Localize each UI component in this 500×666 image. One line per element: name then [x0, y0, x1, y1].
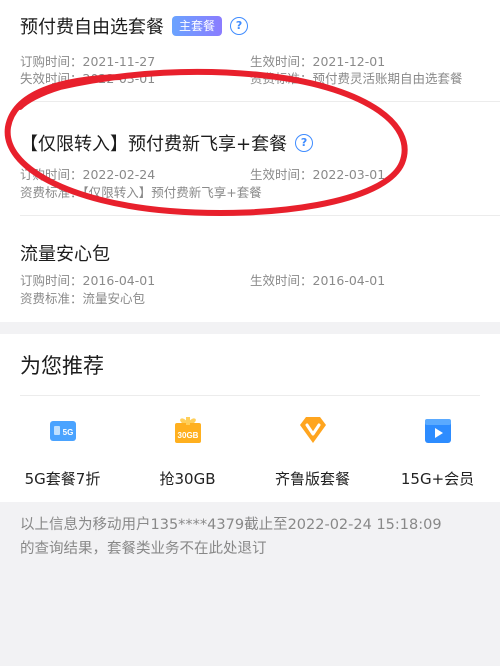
diamond-v-icon: [299, 417, 326, 443]
expire-time-field: 失效时间：2022-03-01: [20, 71, 156, 86]
recommend-label: 抢30GB: [159, 470, 216, 488]
video-play-icon: [424, 419, 451, 443]
package-title: 预付费自由选套餐: [20, 17, 164, 38]
recommend-item-5g-discount[interactable]: 5G 5G套餐7折: [0, 413, 125, 489]
help-icon[interactable]: ?: [230, 17, 249, 35]
gift-30gb-icon: 30GB: [174, 417, 201, 443]
tariff-field: 资费标准：【仅限转入】预付费新飞享+套餐: [20, 185, 262, 200]
recommend-label: 5G套餐7折: [24, 470, 101, 488]
sim-5g-icon: 5G: [49, 421, 76, 441]
recommend-item-30gb[interactable]: 30GB 抢30GB: [125, 413, 250, 489]
recommend-item-15g-member[interactable]: 15G+会员: [375, 413, 500, 489]
recommend-label: 15G+会员: [400, 470, 475, 488]
tariff-field: 资费标准：流量安心包: [20, 291, 146, 306]
help-icon[interactable]: ?: [295, 134, 314, 152]
order-time-field: 订购时间：2022-02-24: [20, 167, 156, 182]
package-title: 【仅限转入】预付费新飞享+套餐: [20, 134, 288, 155]
svg-text:5G: 5G: [62, 428, 73, 437]
package-item-3[interactable]: 流量安心包 订购时间：2016-04-01 生效时间：2016-04-01 资费…: [20, 216, 480, 316]
tariff-field: 资费标准：预付费灵活账期自由选套餐: [250, 71, 463, 86]
order-time-field: 订购时间：2016-04-01: [20, 273, 156, 288]
divider: [20, 395, 480, 396]
package-item-1[interactable]: 预付费自由选套餐 主套餐 ? 订购时间：2021-11-27 生效时间：2021…: [20, 0, 480, 100]
effective-time-field: 生效时间：2016-04-01: [250, 273, 386, 288]
recommend-title: 为您推荐: [20, 354, 104, 378]
package-item-2[interactable]: 【仅限转入】预付费新飞享+套餐 ? 订购时间：2022-02-24 生效时间：2…: [20, 102, 480, 215]
svg-text:30GB: 30GB: [177, 431, 198, 440]
effective-time-field: 生效时间：2022-03-01: [250, 167, 386, 182]
package-title: 流量安心包: [20, 244, 110, 265]
query-info-note: 以上信息为移动用户135****4379截止至2022-02-24 15:18:…: [20, 517, 442, 557]
recommend-item-qilu[interactable]: 齐鲁版套餐: [250, 413, 375, 489]
package-list-card: 预付费自由选套餐 主套餐 ? 订购时间：2021-11-27 生效时间：2021…: [0, 0, 500, 322]
main-package-badge: 主套餐: [172, 16, 223, 36]
recommend-label: 齐鲁版套餐: [274, 470, 350, 488]
